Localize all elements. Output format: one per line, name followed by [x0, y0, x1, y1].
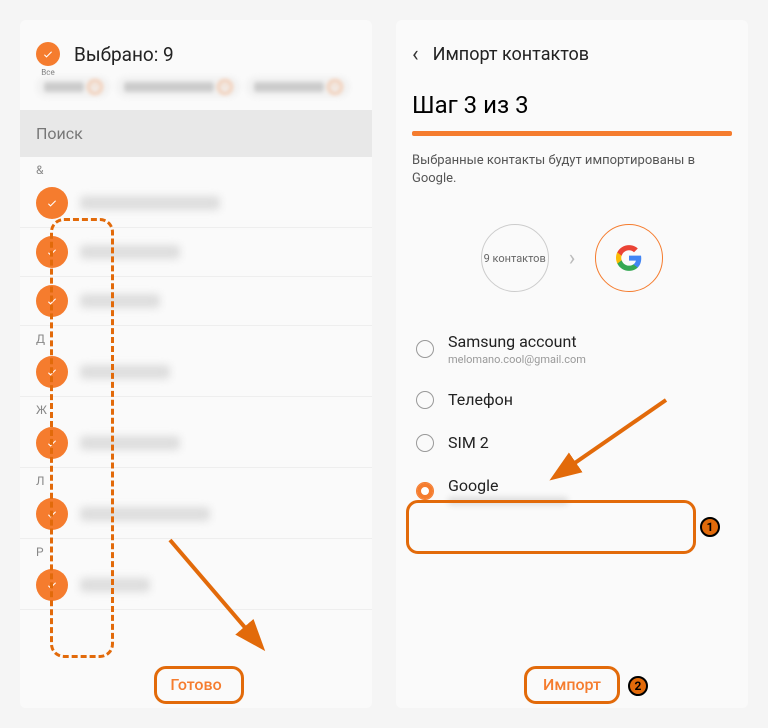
- phone-left-contacts-select: Все Выбрано: 9 − − − Поиск & Д Ж Л Р: [20, 20, 372, 708]
- page-title: Импорт контактов: [433, 44, 589, 65]
- section-letter: Р: [20, 539, 372, 561]
- remove-icon[interactable]: −: [218, 80, 232, 94]
- search-input[interactable]: Поиск: [20, 110, 372, 157]
- contact-name: [80, 507, 210, 521]
- header: ‹ Импорт контактов: [396, 20, 748, 83]
- section-letter: Д: [20, 326, 372, 348]
- check-icon: [36, 569, 68, 601]
- google-icon: [615, 244, 643, 272]
- account-option-google[interactable]: Google: [396, 464, 748, 517]
- chip[interactable]: −: [36, 76, 110, 98]
- phone-right-import: ‹ Импорт контактов Шаг 3 из 3 Выбранные …: [396, 20, 748, 708]
- contact-name: [80, 196, 220, 210]
- contact-row[interactable]: [20, 228, 372, 277]
- radio-icon: [416, 434, 434, 452]
- section-letter: &: [20, 157, 372, 179]
- select-all-toggle[interactable]: Все: [36, 42, 60, 66]
- selected-count: Выбрано: 9: [74, 43, 174, 66]
- selected-chips: − − −: [20, 76, 372, 106]
- chip[interactable]: −: [116, 76, 240, 98]
- contact-row[interactable]: [20, 179, 372, 228]
- contact-name: [80, 365, 170, 379]
- contact-row[interactable]: [20, 561, 372, 610]
- import-button[interactable]: Импорт: [396, 661, 748, 708]
- radio-selected-icon: [416, 482, 434, 500]
- section-letter: Ж: [20, 397, 372, 419]
- header: Все Выбрано: 9: [20, 20, 372, 76]
- account-option-sim2[interactable]: SIM 2: [396, 421, 748, 464]
- contact-row[interactable]: [20, 419, 372, 468]
- annotation-marker-2: 2: [628, 676, 648, 696]
- google-target-circle: [595, 224, 663, 292]
- progress-bar: [412, 131, 732, 136]
- transfer-summary: 9 контактов ›: [396, 212, 748, 320]
- back-icon[interactable]: ‹: [412, 42, 419, 67]
- account-option-phone[interactable]: Телефон: [396, 378, 748, 421]
- step-title: Шаг 3 из 3: [396, 83, 748, 131]
- account-option-samsung[interactable]: Samsung account melomano.cool@gmail.com: [396, 320, 748, 378]
- arrow-right-icon: ›: [569, 246, 576, 271]
- check-icon: [36, 285, 68, 317]
- contacts-count-circle: 9 контактов: [481, 224, 549, 292]
- check-icon: [36, 236, 68, 268]
- contact-name: [80, 245, 180, 259]
- section-letter: Л: [20, 468, 372, 490]
- check-icon: [36, 498, 68, 530]
- contact-name: [80, 436, 180, 450]
- description: Выбранные контакты будут импортированы в…: [396, 152, 748, 212]
- annotation-marker-1: 1: [700, 517, 720, 537]
- radio-icon: [416, 340, 434, 358]
- contact-row[interactable]: [20, 490, 372, 539]
- contact-name: [80, 578, 150, 592]
- contact-row[interactable]: [20, 277, 372, 326]
- radio-icon: [416, 391, 434, 409]
- account-sub: [448, 497, 568, 505]
- contact-row[interactable]: [20, 348, 372, 397]
- check-icon: [36, 427, 68, 459]
- check-icon: [42, 48, 54, 60]
- check-icon: [36, 356, 68, 388]
- contact-name: [80, 294, 160, 308]
- remove-icon[interactable]: −: [88, 80, 102, 94]
- remove-icon[interactable]: −: [328, 80, 342, 94]
- chip[interactable]: −: [246, 76, 350, 98]
- done-button[interactable]: Готово: [20, 661, 372, 708]
- check-icon: [36, 187, 68, 219]
